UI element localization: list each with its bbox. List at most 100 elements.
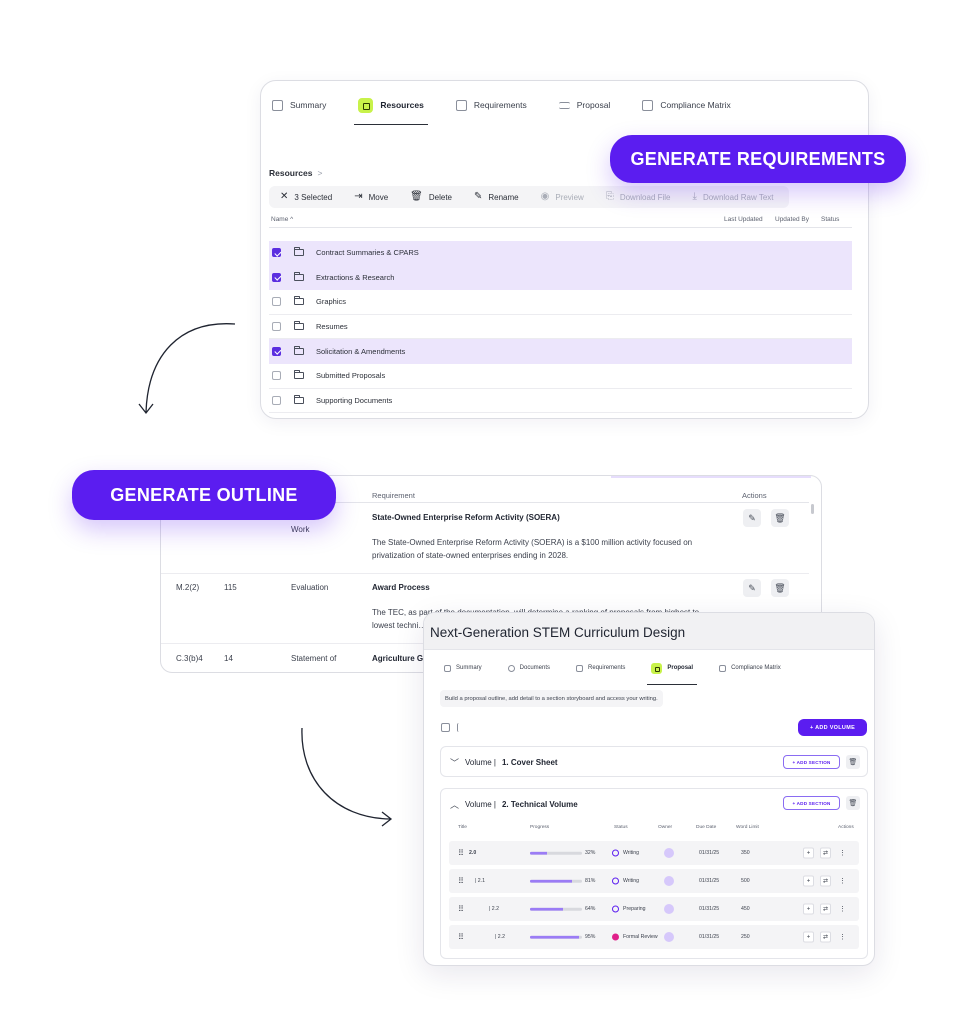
link-button[interactable]: ⇄ <box>820 847 831 859</box>
more-options-icon[interactable]: ⋮ <box>839 877 846 885</box>
drag-handle-icon[interactable]: ⠿ <box>458 933 464 942</box>
row-checkbox[interactable] <box>272 371 281 381</box>
tab-compliance-matrix[interactable]: Compliance Matrix <box>642 94 731 116</box>
tab-summary[interactable]: Summary <box>444 657 482 679</box>
folder-row[interactable]: Solicitation & Amendments <box>269 339 852 364</box>
row-checkbox[interactable] <box>272 272 281 282</box>
word-limit: 350 <box>741 850 750 856</box>
section-title: | 2.2 <box>495 934 506 940</box>
add-subsection-button[interactable]: + <box>803 903 814 915</box>
owner-avatar[interactable] <box>664 904 674 914</box>
proposal-tabs: Summary Documents Requirements Proposal … <box>444 657 781 685</box>
progress-fill <box>530 851 547 855</box>
download-icon: ⤓ <box>692 191 697 202</box>
edit-button[interactable]: ✎ <box>743 579 761 597</box>
more-options-icon[interactable]: ⋮ <box>839 849 846 857</box>
progress-column-header: Progress <box>530 825 550 830</box>
section-row[interactable]: ⠿ | 2.1 81% Writing 01/31/25 500 + ⇄ ⋮ <box>449 869 859 893</box>
add-section-button[interactable]: + ADD SECTION <box>783 796 840 810</box>
link-button[interactable]: ⇄ <box>820 903 831 915</box>
add-subsection-button[interactable]: + <box>803 875 814 887</box>
row-checkbox[interactable] <box>272 395 281 405</box>
drag-handle-icon[interactable]: ⠿ <box>458 877 464 886</box>
move-button[interactable]: ⇥ Move <box>354 192 388 202</box>
folder-row[interactable]: Graphics <box>269 290 852 315</box>
delete-volume-button[interactable]: 🗑 <box>846 796 860 810</box>
pencil-icon: ✎ <box>748 512 756 523</box>
delete-button[interactable]: 🗑 <box>771 509 789 527</box>
add-volume-button[interactable]: + ADD VOLUME <box>798 719 867 736</box>
folder-row[interactable]: Resumes <box>269 315 852 340</box>
add-section-button[interactable]: + ADD SECTION <box>783 755 840 769</box>
edit-button[interactable]: ✎ <box>743 509 761 527</box>
tab-compliance-matrix[interactable]: Compliance Matrix <box>719 657 781 679</box>
resources-tabs: Summary Resources Requirements Proposal … <box>272 94 731 125</box>
updated-by-column-header[interactable]: Updated By <box>775 216 809 223</box>
add-subsection-button[interactable]: + <box>803 931 814 943</box>
owner-avatar[interactable] <box>664 876 674 886</box>
due-date: 01/31/25 <box>699 850 720 856</box>
delete-button[interactable]: 🗑 <box>771 579 789 597</box>
download-file-button[interactable]: ⎘ Download File <box>606 192 671 202</box>
folder-row[interactable]: Extractions & Research <box>269 265 852 291</box>
link-button[interactable]: ⇄ <box>820 875 831 887</box>
download-raw-text-button[interactable]: ⤓ Download Raw Text <box>693 192 774 202</box>
clear-selection-button[interactable]: ✕ 3 Selected <box>280 192 332 202</box>
volume-name: 2. Technical Volume <box>501 800 578 809</box>
folder-name: Extractions & Research <box>316 272 395 282</box>
chevron-down-icon[interactable]: ﹀ <box>450 756 459 769</box>
row-checkbox[interactable] <box>272 297 281 307</box>
status-column-header[interactable]: Status <box>821 216 839 223</box>
section-row[interactable]: ⠿ 2.0 32% Writing 01/31/25 350 + ⇄ ⋮ <box>449 841 859 865</box>
tab-documents[interactable]: Documents <box>507 657 550 679</box>
folder-row[interactable]: Submitted Proposals <box>269 364 852 389</box>
due-date: 01/31/25 <box>699 906 720 912</box>
owner-avatar[interactable] <box>664 848 674 858</box>
tab-summary[interactable]: Summary <box>272 94 326 116</box>
tab-requirements[interactable]: Requirements <box>576 657 625 679</box>
name-column-header[interactable]: Name ^ <box>271 216 293 223</box>
delete-volume-button[interactable]: 🗑 <box>846 755 860 769</box>
progress-bar <box>530 851 582 855</box>
top-edge-accent <box>611 476 811 478</box>
status-text: Preparing <box>623 906 646 912</box>
row-checkbox[interactable] <box>272 346 281 356</box>
folder-row[interactable]: Contract Summaries & CPARS <box>269 241 852 266</box>
drag-handle-icon[interactable]: ⠿ <box>458 905 464 914</box>
drag-handle-icon[interactable]: ⠿ <box>458 849 464 858</box>
tab-proposal[interactable]: Proposal <box>647 657 697 685</box>
folder-icon <box>294 370 304 380</box>
link-button[interactable]: ⇄ <box>820 931 831 943</box>
section-row[interactable]: ⠿ | 2.2 95% Formal Review 01/31/25 250 + ⇄ ⋮ <box>449 925 859 949</box>
list-view-icon[interactable] <box>457 723 466 732</box>
summary-icon <box>272 99 283 111</box>
status-icon <box>612 933 619 941</box>
proposal-panel: Next-Generation STEM Curriculum Design S… <box>423 612 875 966</box>
section-row[interactable]: ⠿ | 2.2 64% Preparing 01/31/25 450 + ⇄ ⋮ <box>449 897 859 921</box>
row-checkbox[interactable] <box>272 322 281 332</box>
last-updated-column-header[interactable]: Last Updated <box>724 216 763 223</box>
more-options-icon[interactable]: ⋮ <box>839 905 846 913</box>
add-subsection-button[interactable]: + <box>803 847 814 859</box>
row-2-title: Award Process <box>372 583 430 592</box>
chevron-up-icon[interactable]: ︿ <box>450 798 459 811</box>
progress-bar <box>530 935 582 939</box>
scrollbar-thumb[interactable] <box>811 504 814 514</box>
preview-button[interactable]: ◉ Preview <box>541 192 584 202</box>
breadcrumb[interactable]: Resources > <box>269 168 322 178</box>
owner-avatar[interactable] <box>664 932 674 942</box>
tab-resources[interactable]: Resources <box>354 94 429 125</box>
more-options-icon[interactable]: ⋮ <box>839 933 846 941</box>
folder-icon <box>294 271 304 281</box>
row-checkbox[interactable] <box>272 248 281 258</box>
folder-row[interactable]: Supporting Documents <box>269 389 852 414</box>
tab-proposal[interactable]: Proposal <box>558 94 610 116</box>
eye-icon: ◉ <box>540 191 550 202</box>
row-1-title: State-Owned Enterprise Reform Activity (… <box>372 513 560 522</box>
delete-button[interactable]: 🗑 Delete <box>410 192 452 202</box>
generate-outline-callout: GENERATE OUTLINE <box>72 470 336 520</box>
rename-button[interactable]: ✎ Rename <box>474 192 519 202</box>
grid-view-icon[interactable] <box>441 723 450 732</box>
progress-fill <box>530 879 573 883</box>
tab-requirements[interactable]: Requirements <box>455 94 527 116</box>
